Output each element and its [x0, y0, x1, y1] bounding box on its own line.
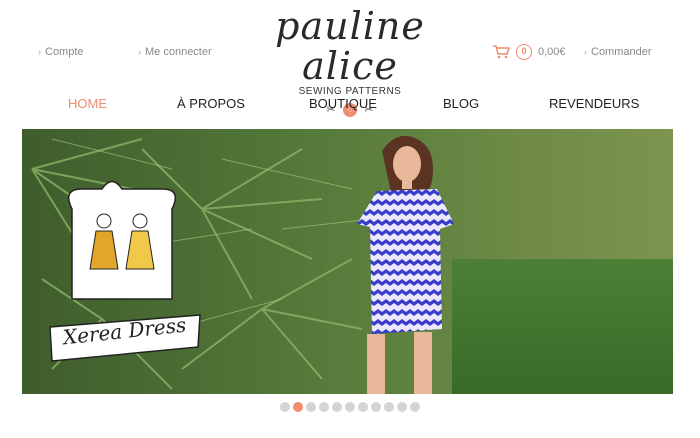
carousel-dot[interactable] [384, 402, 394, 412]
brand-name: pauline alice [275, 4, 425, 88]
chevron-right-icon: › [38, 46, 41, 57]
cart-summary[interactable]: 0 0,00€ [492, 44, 566, 60]
carousel-dot[interactable] [319, 402, 329, 412]
carousel-dot[interactable] [358, 402, 368, 412]
main-nav: HOME À PROPOS BOUTIQUE BLOG REVENDEURS [22, 96, 674, 118]
cart-total: 0,00€ [538, 46, 566, 58]
nav-item-blog[interactable]: BLOG [443, 96, 479, 111]
carousel-dot[interactable] [293, 402, 303, 412]
nav-item-retailers[interactable]: REVENDEURS [549, 96, 639, 111]
carousel-dot[interactable] [306, 402, 316, 412]
carousel-dot[interactable] [280, 402, 290, 412]
carousel-dot[interactable] [332, 402, 342, 412]
nav-item-shop[interactable]: BOUTIQUE [309, 96, 377, 111]
login-link-label: Me connecter [145, 46, 212, 58]
chevron-right-icon: › [138, 46, 141, 57]
nav-item-home[interactable]: HOME [68, 96, 107, 111]
checkout-link[interactable]: › Commander [584, 46, 652, 58]
site-header: › Compte › Me connecter pauline alice SE… [0, 0, 700, 117]
carousel-pagination [0, 402, 700, 412]
cart-count-badge: 0 [516, 44, 532, 60]
chevron-right-icon: › [584, 46, 587, 57]
cart-icon [493, 45, 510, 59]
carousel-dot[interactable] [410, 402, 420, 412]
carousel-dot[interactable] [371, 402, 381, 412]
account-link[interactable]: › Compte [38, 46, 84, 58]
hero-photo [22, 129, 673, 394]
account-link-label: Compte [45, 46, 84, 58]
hero-slide[interactable]: Xerea Dress [22, 129, 673, 394]
checkout-link-label: Commander [591, 46, 652, 58]
nav-item-about[interactable]: À PROPOS [177, 96, 245, 111]
carousel-dot[interactable] [345, 402, 355, 412]
carousel-dot[interactable] [397, 402, 407, 412]
login-link[interactable]: › Me connecter [138, 46, 212, 58]
